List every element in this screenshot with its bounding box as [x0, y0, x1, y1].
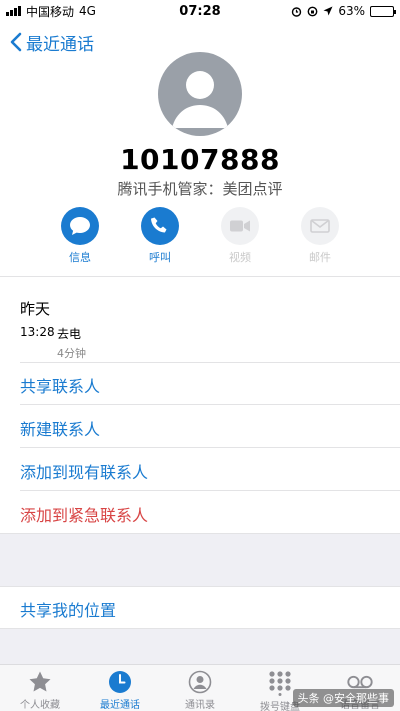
call-label: 呼叫 [149, 251, 171, 264]
recent-call-duration: 4分钟 [57, 347, 86, 360]
person-silhouette-icon [172, 71, 228, 128]
status-right: 63% [291, 4, 396, 18]
action-row: 信息 呼叫 视频 邮件 [55, 207, 345, 265]
call-button[interactable]: 呼叫 [135, 207, 185, 265]
video-button[interactable]: 视频 [215, 207, 265, 265]
contacts-icon [187, 670, 213, 694]
add-existing-contact-option[interactable]: 添加到现有联系人 [20, 459, 148, 483]
caller-tag: 腾讯手机管家：美团点评 [117, 180, 283, 198]
recent-call-type: 去电 [57, 327, 82, 341]
video-label: 视频 [229, 251, 251, 264]
tab-favorites[interactable]: 个人收藏 [0, 665, 80, 711]
recent-day: 昨天 [20, 300, 51, 318]
status-left: 中国移动 4G [6, 3, 156, 20]
tab-label: 通讯录 [185, 700, 215, 711]
mail-label: 邮件 [309, 251, 331, 264]
watermark: 头条 @安全那些事 [292, 689, 394, 707]
add-emergency-contact-option[interactable]: 添加到紧急联系人 [20, 502, 148, 526]
avatar [158, 52, 242, 136]
network-label: 4G [79, 4, 96, 18]
mail-button-circle [301, 207, 339, 245]
section-spacer [0, 533, 400, 586]
battery-percent: 63% [338, 4, 365, 18]
message-button-circle [61, 207, 99, 245]
clock-icon [107, 670, 133, 694]
chevron-left-icon [10, 32, 22, 52]
carrier-label: 中国移动 [26, 4, 75, 19]
message-icon [70, 217, 90, 235]
rotation-lock-icon [307, 6, 318, 16]
signal-icon [6, 6, 21, 16]
row-divider [20, 404, 400, 405]
section-divider [0, 533, 400, 534]
video-button-circle [221, 207, 259, 245]
call-button-circle [141, 207, 179, 245]
section-divider [0, 586, 400, 587]
message-button[interactable]: 信息 [55, 207, 105, 265]
status-bar: 中国移动 4G 07:28 63% [0, 0, 400, 22]
phone-icon [151, 217, 167, 233]
recent-call-time: 13:28 [20, 325, 55, 339]
tab-label: 最近通话 [100, 700, 140, 711]
back-button[interactable]: 最近通话 [10, 30, 94, 55]
share-location-option[interactable]: 共享我的位置 [20, 597, 116, 621]
video-icon [230, 220, 250, 232]
section-divider [0, 276, 400, 277]
mail-icon [310, 219, 330, 233]
mail-button[interactable]: 邮件 [295, 207, 345, 265]
alarm-icon [292, 6, 302, 17]
bottom-spacer [0, 629, 400, 664]
location-icon [323, 6, 333, 16]
tab-label: 个人收藏 [20, 700, 60, 711]
new-contact-option[interactable]: 新建联系人 [20, 416, 100, 440]
phone-number: 10107888 [120, 143, 280, 176]
tab-recents[interactable]: 最近通话 [80, 665, 160, 711]
row-divider [20, 362, 400, 363]
back-label: 最近通话 [26, 34, 94, 55]
row-divider [20, 490, 400, 491]
message-label: 信息 [69, 251, 91, 264]
row-divider [20, 447, 400, 448]
keypad-icon [267, 670, 293, 696]
share-contact-option[interactable]: 共享联系人 [20, 373, 100, 397]
battery-icon [370, 5, 396, 17]
star-icon [27, 670, 53, 694]
tab-contacts[interactable]: 通讯录 [160, 665, 240, 711]
